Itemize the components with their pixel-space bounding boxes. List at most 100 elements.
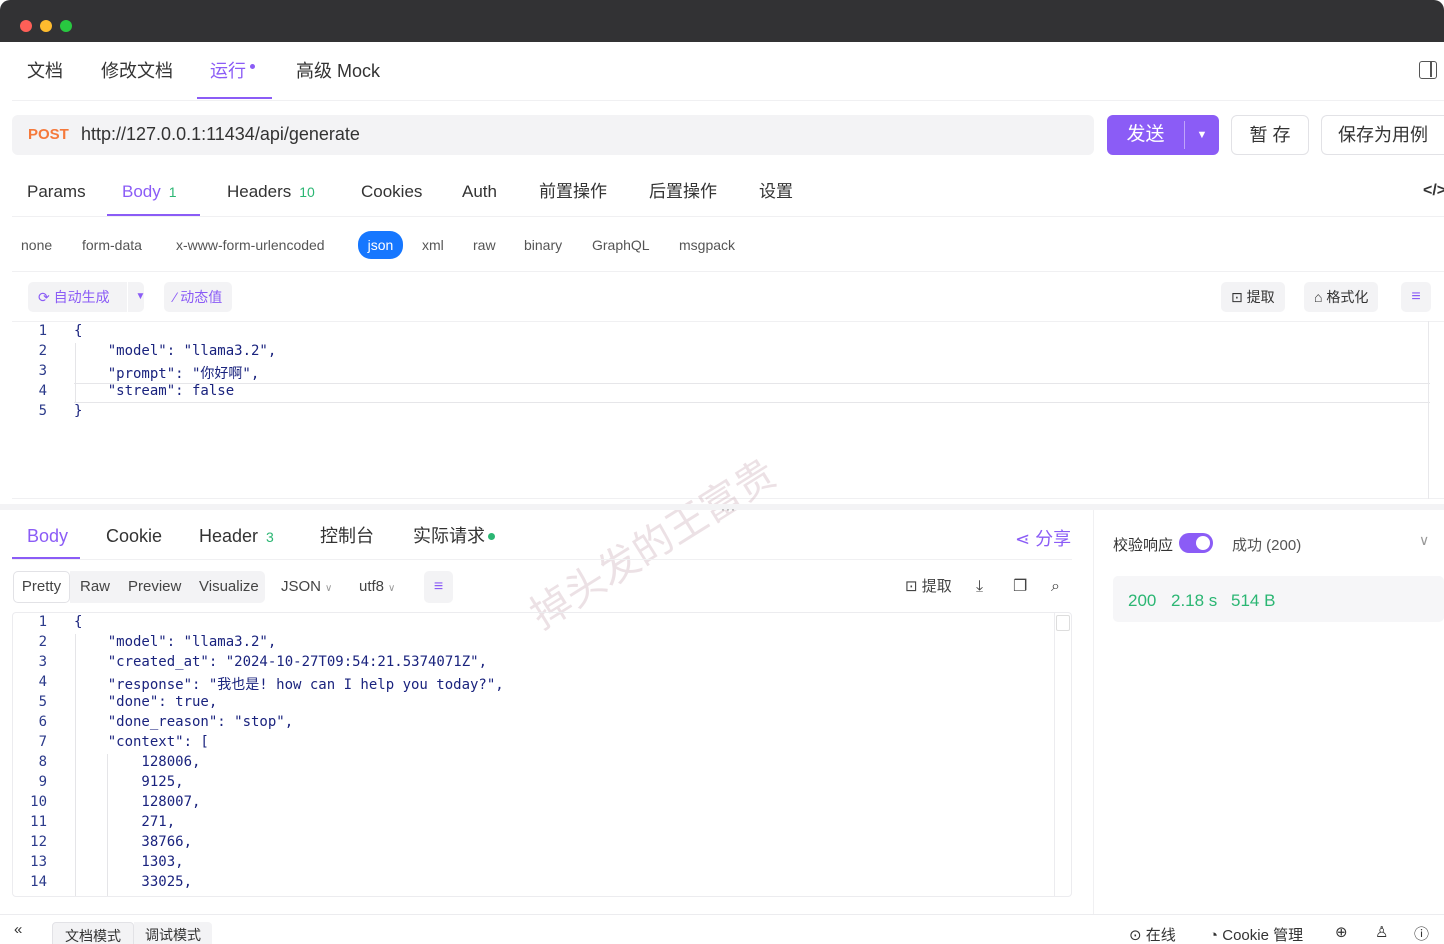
- body-type-graphql[interactable]: GraphQL: [592, 232, 650, 258]
- format-button[interactable]: ⌂ 格式化: [1304, 282, 1379, 312]
- body-type-form-data[interactable]: form-data: [82, 232, 142, 258]
- status-bar: « 文档模式 调试模式 ⊙ 在线 ◔ Cookie 管理 ⊕ ♙ ⓘ: [0, 914, 1444, 944]
- actual-request-label: 实际请求: [413, 526, 485, 546]
- view-raw[interactable]: Raw: [80, 572, 110, 602]
- tab-cookies[interactable]: Cookies: [361, 166, 422, 218]
- code-line: "model": "llama3.2",: [74, 634, 277, 650]
- maximize-window-button[interactable]: [60, 20, 72, 32]
- code-line: 1303,: [74, 854, 184, 870]
- tab-edit-docs[interactable]: 修改文档: [101, 42, 173, 100]
- method-select[interactable]: POST: [28, 126, 69, 143]
- status-code: 200: [1128, 591, 1157, 610]
- response-tab-body[interactable]: Body: [27, 512, 68, 560]
- dynamic-value-button[interactable]: ⁄ 动态值: [164, 282, 233, 312]
- send-button[interactable]: 发送: [1107, 115, 1184, 155]
- panel-toggle-icon[interactable]: [1419, 61, 1437, 79]
- current-line-highlight: [74, 383, 1430, 403]
- search-icon[interactable]: ⌕: [1051, 572, 1060, 602]
- share-button[interactable]: ⋖ 分享: [1015, 525, 1071, 551]
- wrap-lines-icon[interactable]: ≡: [424, 571, 453, 603]
- help-icon[interactable]: ⓘ: [1414, 923, 1429, 944]
- close-window-button[interactable]: [20, 20, 32, 32]
- minimize-window-button[interactable]: [40, 20, 52, 32]
- broom-icon: ⌂: [1314, 289, 1327, 305]
- code-view-icon[interactable]: </>: [1423, 182, 1444, 200]
- body-type-msgpack[interactable]: msgpack: [679, 232, 735, 258]
- status-dot-icon: [488, 533, 495, 540]
- line-number: 4: [38, 674, 47, 690]
- body-type-urlencoded[interactable]: x-www-form-urlencoded: [176, 232, 325, 258]
- scroll-thumb[interactable]: [1056, 615, 1070, 631]
- encoding-select[interactable]: utf8 ∨: [359, 572, 395, 602]
- share-icon: ⋖: [1015, 529, 1036, 549]
- tab-auth[interactable]: Auth: [462, 166, 497, 218]
- response-tab-header[interactable]: Header 3: [199, 512, 274, 560]
- editor-scrollbar[interactable]: [1428, 321, 1429, 499]
- wrap-lines-icon[interactable]: ≡: [1401, 282, 1431, 312]
- body-type-json[interactable]: json: [358, 231, 403, 259]
- tab-body[interactable]: Body 1: [122, 166, 177, 218]
- online-status[interactable]: ⊙ 在线: [1129, 924, 1176, 944]
- response-tab-actual-request[interactable]: 实际请求: [413, 512, 495, 560]
- tab-params[interactable]: Params: [27, 166, 86, 218]
- response-tab-cookie[interactable]: Cookie: [106, 512, 162, 560]
- response-size: 514 B: [1231, 591, 1276, 610]
- chevron-down-icon: ∨: [388, 583, 396, 594]
- shirt-icon[interactable]: ♙: [1375, 923, 1388, 941]
- view-visualize[interactable]: Visualize: [199, 572, 259, 602]
- code-line: "stream": false: [74, 383, 235, 399]
- url-input[interactable]: http://127.0.0.1:11434/api/generate: [81, 124, 360, 145]
- line-number: 1: [38, 323, 47, 339]
- save-as-example-button[interactable]: 保存为用例: [1321, 115, 1444, 155]
- view-pretty[interactable]: Pretty: [13, 571, 70, 603]
- download-icon[interactable]: ⤓: [976, 572, 983, 602]
- body-type-binary[interactable]: binary: [524, 232, 562, 258]
- tab-pre-request[interactable]: 前置操作: [539, 166, 607, 218]
- format-select[interactable]: JSON ∨: [281, 572, 332, 602]
- view-preview[interactable]: Preview: [128, 572, 181, 602]
- send-button-group: 发送 ▼: [1107, 115, 1219, 155]
- validate-response-toggle[interactable]: [1179, 533, 1213, 553]
- panel-divider: [1093, 510, 1094, 914]
- tab-post-request[interactable]: 后置操作: [649, 166, 717, 218]
- online-label: 在线: [1145, 927, 1176, 944]
- save-button[interactable]: 暂 存: [1231, 115, 1309, 155]
- tab-advanced-mock[interactable]: 高级 Mock: [296, 42, 380, 100]
- line-number: 3: [38, 363, 47, 379]
- debug-mode-button[interactable]: 调试模式: [134, 922, 212, 944]
- response-extract-button[interactable]: ⊡ 提取: [905, 572, 952, 602]
- send-dropdown-icon[interactable]: ▼: [1185, 115, 1219, 155]
- collapse-sidebar-icon[interactable]: «: [14, 921, 22, 938]
- body-type-raw[interactable]: raw: [473, 232, 496, 258]
- window-titlebar: [0, 0, 1444, 42]
- line-number: 11: [30, 814, 47, 830]
- doc-mode-button[interactable]: 文档模式: [52, 922, 134, 944]
- extract-button[interactable]: ⊡ 提取: [1221, 282, 1285, 312]
- tab-settings[interactable]: 设置: [759, 166, 793, 218]
- auto-generate-dropdown-icon[interactable]: ▼: [127, 282, 153, 312]
- response-tab-console[interactable]: 控制台: [320, 512, 374, 560]
- code-line: 9125,: [74, 774, 184, 790]
- tab-docs[interactable]: 文档: [27, 42, 63, 100]
- code-line: }: [74, 403, 83, 419]
- code-line: "created_at": "2024-10-27T09:54:21.53740…: [74, 654, 488, 670]
- cookie-icon: ◔: [1209, 927, 1223, 944]
- body-type-none[interactable]: none: [21, 232, 52, 258]
- tab-run[interactable]: 运行: [210, 42, 255, 100]
- tab-headers[interactable]: Headers 10: [227, 166, 315, 218]
- body-type-xml[interactable]: xml: [422, 232, 444, 258]
- share-label: 分享: [1035, 529, 1072, 549]
- upload-icon[interactable]: ⊕: [1335, 923, 1348, 941]
- chevron-down-icon[interactable]: ∨: [1419, 532, 1429, 549]
- code-line: "done": true,: [74, 694, 218, 710]
- cookie-manager-button[interactable]: ◔ Cookie 管理: [1209, 924, 1303, 944]
- validation-result[interactable]: 成功 (200): [1232, 534, 1301, 555]
- extract-label: 提取: [1246, 289, 1275, 305]
- url-bar[interactable]: POST http://127.0.0.1:11434/api/generate: [12, 115, 1094, 155]
- code-line: "prompt": "你好啊",: [74, 366, 260, 382]
- copy-icon[interactable]: ❐: [1013, 572, 1027, 602]
- code-line: {: [74, 323, 83, 339]
- response-scrollbar[interactable]: [1054, 613, 1071, 896]
- code-line: {: [74, 614, 83, 630]
- drag-handle-icon[interactable]: ···: [721, 502, 736, 516]
